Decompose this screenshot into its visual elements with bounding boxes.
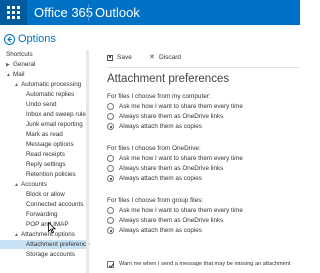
radio-attach-copies[interactable]: Always attach them as copies	[107, 226, 287, 235]
group-label-computer: For files I choose from my computer:	[107, 93, 211, 100]
radio-button[interactable]	[107, 155, 114, 162]
sidebar-item-accounts[interactable]: ▲ Accounts	[14, 180, 47, 189]
sidebar-item-message-options[interactable]: Message options	[26, 140, 74, 149]
sidebar-item-read-receipts[interactable]: Read receipts	[26, 150, 65, 159]
sidebar-item-block-or-allow[interactable]: Block or allow	[26, 190, 65, 199]
radio-ask-each-time[interactable]: Ask me how I want to share them every ti…	[107, 102, 287, 111]
sidebar-item-attachment-options[interactable]: ▲ Attachment options	[14, 230, 75, 239]
radio-share-onedrive-links[interactable]: Always share them as OneDrive links	[107, 164, 287, 173]
radio-share-onedrive-links[interactable]: Always share them as OneDrive links	[107, 216, 287, 225]
radio-button-selected[interactable]	[107, 175, 114, 182]
options-header[interactable]: Options	[4, 33, 84, 47]
collapse-down-icon[interactable]: ▲	[14, 181, 21, 190]
app-launcher-icon[interactable]	[0, 0, 27, 25]
radio-button[interactable]	[107, 165, 114, 172]
radio-attach-copies[interactable]: Always attach them as copies	[107, 122, 287, 131]
top-bar: Office 365 Outlook	[0, 0, 300, 25]
group-label-onedrive: For files I choose from OneDrive:	[107, 145, 201, 152]
radio-attach-copies[interactable]: Always attach them as copies	[107, 174, 287, 183]
collapse-down-icon[interactable]: ▲	[6, 71, 13, 80]
options-sidebar: Shortcuts ▶ General ▲ Mail ▲ Automatic proc…	[0, 50, 90, 273]
checkbox-checked[interactable]	[107, 261, 115, 268]
sidebar-scrollbar[interactable]	[86, 50, 89, 273]
sidebar-item-mail[interactable]: ▲ Mail	[6, 70, 25, 79]
group-label-group-files: For files I choose from group files:	[107, 197, 204, 204]
toolbar-divider	[107, 67, 300, 68]
radio-ask-each-time[interactable]: Ask me how I want to share them every ti…	[107, 206, 287, 215]
app-name[interactable]: Outlook	[95, 5, 140, 20]
save-disk-icon	[107, 55, 113, 61]
sidebar-item-attachment-preference[interactable]: Attachment preference	[0, 240, 90, 249]
options-title: Options	[18, 33, 56, 45]
sidebar-item-retention-policies[interactable]: Retention policies	[26, 170, 76, 179]
sidebar-item-automatic-replies[interactable]: Automatic replies	[26, 90, 74, 99]
brand-name[interactable]: Office 365	[34, 5, 93, 20]
mouse-pointer-icon	[48, 222, 56, 234]
sidebar-item-reply-settings[interactable]: Reply settings	[26, 160, 66, 169]
collapse-down-icon[interactable]: ▲	[14, 81, 21, 90]
radio-button[interactable]	[107, 207, 114, 214]
collapse-down-icon[interactable]: ▲	[14, 231, 21, 240]
sidebar-item-undo-send[interactable]: Undo send	[26, 100, 56, 109]
sidebar-item-shortcuts[interactable]: Shortcuts	[6, 50, 33, 59]
expand-right-icon[interactable]: ▶	[6, 61, 13, 70]
missing-attachment-warning-option[interactable]: Warn me when I send a message that may b…	[107, 260, 300, 269]
radio-button[interactable]	[107, 217, 114, 224]
radio-ask-each-time[interactable]: Ask me how I want to share them every ti…	[107, 154, 287, 163]
radio-button[interactable]	[107, 103, 114, 110]
sidebar-item-storage-accounts[interactable]: Storage accounts	[26, 250, 75, 259]
radio-button-selected[interactable]	[107, 123, 114, 130]
sidebar-item-forwarding[interactable]: Forwarding	[26, 210, 58, 219]
sidebar-item-inbox-sweep-rules[interactable]: Inbox and sweep rules	[26, 110, 89, 119]
back-arrow-icon[interactable]	[4, 34, 15, 45]
sidebar-item-automatic-processing[interactable]: ▲ Automatic processing	[14, 80, 81, 89]
page-title: Attachment preferences	[107, 73, 230, 85]
radio-button-selected[interactable]	[107, 227, 114, 234]
radio-share-onedrive-links[interactable]: Always share them as OneDrive links	[107, 112, 287, 121]
radio-button[interactable]	[107, 113, 114, 120]
attachment-preferences-panel: Save ✕ Discard Attachment preferences Fo…	[100, 50, 300, 273]
header-divider	[88, 4, 89, 21]
sidebar-item-mark-as-read[interactable]: Mark as read	[26, 130, 63, 139]
sidebar-item-junk-email-reporting[interactable]: Junk email reporting	[26, 120, 83, 129]
sidebar-item-connected-accounts[interactable]: Connected accounts	[26, 200, 83, 209]
sidebar-item-general[interactable]: ▶ General	[6, 60, 35, 69]
close-icon: ✕	[149, 54, 155, 61]
